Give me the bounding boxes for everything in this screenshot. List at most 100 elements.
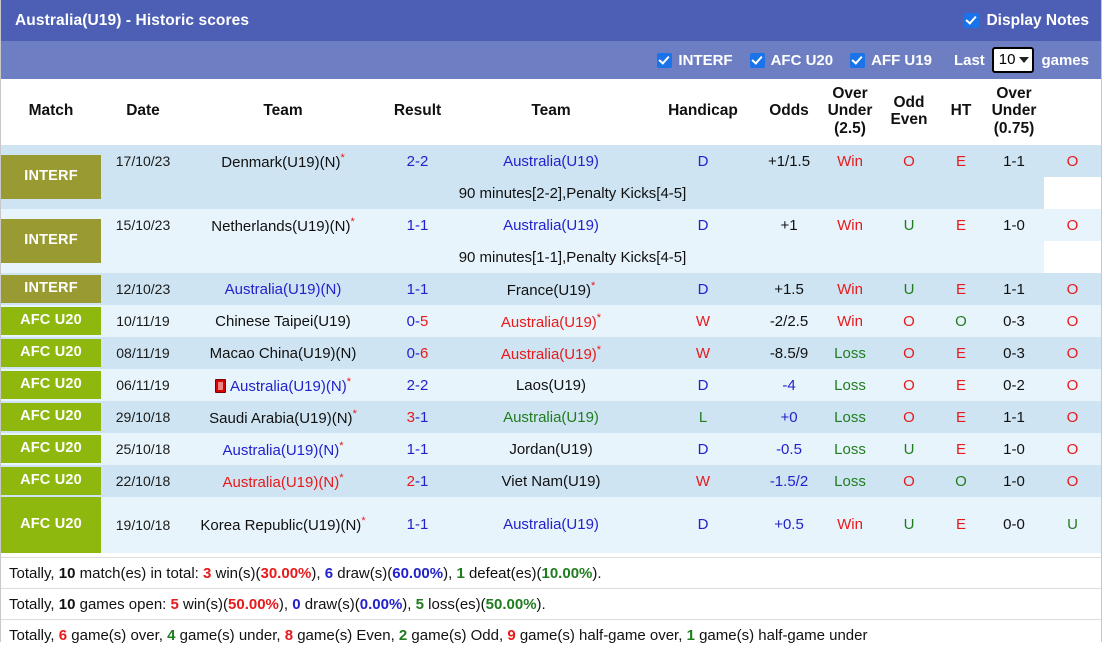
home-team[interactable]: Australia(U19)(N)* — [185, 433, 381, 466]
match-score[interactable]: 1-1 — [381, 497, 454, 553]
display-notes-toggle[interactable]: Display Notes — [964, 12, 1089, 30]
half-time-score: 0-3 — [984, 337, 1044, 370]
col-ht: HT — [938, 79, 984, 146]
home-team[interactable]: Macao China(U19)(N) — [185, 337, 381, 370]
score-away: 1 — [420, 408, 429, 426]
away-team[interactable]: Australia(U19) — [454, 401, 648, 434]
match-score[interactable]: 0-5 — [381, 305, 454, 338]
match-date: 17/10/23 — [101, 145, 185, 178]
match-score[interactable]: 1-1 — [381, 273, 454, 306]
away-team[interactable]: Laos(U19) — [454, 369, 648, 402]
home-team-label: Chinese Taipei(U19) — [215, 312, 351, 330]
away-team[interactable]: Australia(U19) — [454, 497, 648, 553]
col-ou25-line3: (2.5) — [834, 119, 866, 137]
home-team[interactable]: Chinese Taipei(U19) — [185, 305, 381, 338]
col-ou075-line2: Under — [991, 102, 1037, 120]
home-team[interactable]: Australia(U19)(N)* — [185, 369, 381, 402]
handicap-value: -8.5/9 — [758, 337, 820, 370]
last-games-select[interactable]: 10 — [991, 47, 1035, 73]
competition-cell[interactable]: INTERF — [1, 145, 101, 210]
summary-line-1: Totally, 10 match(es) in total: 3 win(s)… — [1, 556, 1101, 588]
competition-cell[interactable]: AFC U20 — [1, 369, 101, 402]
competition-cell[interactable]: AFC U20 — [1, 497, 101, 553]
table-row[interactable]: AFC U20 19/10/18 Korea Republic(U19)(N)* 1-… — [1, 497, 1101, 553]
away-team[interactable]: Australia(U19)* — [454, 305, 648, 338]
away-team[interactable]: Viet Nam(U19) — [454, 465, 648, 498]
away-team[interactable]: Australia(U19)* — [454, 337, 648, 370]
match-score[interactable]: 0-6 — [381, 337, 454, 370]
s1-p4: ), — [311, 564, 325, 582]
away-team[interactable]: Australia(U19) — [454, 145, 648, 178]
match-score[interactable]: 1-1 — [381, 433, 454, 466]
result-outcome: D — [648, 209, 758, 242]
filter-afc-u20[interactable]: AFC U20 — [749, 52, 833, 69]
competition-cell[interactable]: AFC U20 — [1, 337, 101, 370]
away-team[interactable]: Jordan(U19) — [454, 433, 648, 466]
competition-cell[interactable]: AFC U20 — [1, 465, 101, 498]
filter-aff-u19[interactable]: AFF U19 — [850, 52, 932, 69]
s3-odd: 2 — [398, 626, 408, 644]
col-ou075-line3: (0.75) — [993, 119, 1035, 137]
over-under-25-value: O — [880, 145, 938, 178]
table-row[interactable]: INTERF 12/10/23 Australia(U19)(N) 1-1 France… — [1, 273, 1101, 306]
match-score[interactable]: 3-1 — [381, 401, 454, 434]
match-score[interactable]: 1-1 — [381, 209, 454, 242]
odds-value: Loss — [820, 433, 880, 466]
filter-aff-u19-checkbox[interactable] — [850, 52, 866, 68]
over-under-075-value: O — [1044, 337, 1101, 370]
match-score[interactable]: 2-2 — [381, 369, 454, 402]
display-notes-checkbox[interactable] — [964, 13, 980, 28]
odd-even-value: E — [938, 401, 984, 434]
away-team[interactable]: France(U19)* — [454, 273, 648, 306]
competition-cell[interactable]: INTERF — [1, 273, 101, 306]
table-row[interactable]: INTERF 15/10/23 Netherlands(U19)(N)* 1-1 Aus… — [1, 209, 1101, 274]
competition-cell[interactable]: AFC U20 — [1, 433, 101, 466]
competition-badge: AFC U20 — [1, 467, 101, 495]
s1-p1: Totally, — [9, 564, 59, 582]
filter-afc-u20-checkbox[interactable] — [749, 52, 765, 68]
over-under-075-value: O — [1044, 401, 1101, 434]
table-row[interactable]: AFC U20 25/10/18 Australia(U19)(N)* 1-1 Jord… — [1, 433, 1101, 466]
score-away: 2 — [420, 376, 429, 394]
over-under-075-value: O — [1044, 465, 1101, 498]
games-label: games — [1041, 51, 1089, 69]
half-time-score: 1-0 — [984, 465, 1044, 498]
over-under-075-value: O — [1044, 433, 1101, 466]
s1-p3: win(s)( — [211, 564, 261, 582]
summary-line-3: Totally, 6 game(s) over, 4 game(s) under… — [1, 618, 1101, 650]
table-row[interactable]: AFC U20 22/10/18 Australia(U19)(N)* 2-1 Viet… — [1, 465, 1101, 498]
table-row[interactable]: AFC U20 29/10/18 Saudi Arabia(U19)(N)* 3-1 A… — [1, 401, 1101, 434]
filter-interf[interactable]: INTERF — [657, 52, 733, 69]
competition-cell[interactable]: AFC U20 — [1, 305, 101, 338]
away-team[interactable]: Australia(U19) — [454, 209, 648, 242]
handicap-value: +0.5 — [758, 497, 820, 553]
home-team[interactable]: Netherlands(U19)(N)* — [185, 209, 381, 242]
home-team[interactable]: Australia(U19)(N) — [185, 273, 381, 306]
score-home: 1 — [406, 280, 415, 298]
competition-cell[interactable]: INTERF — [1, 209, 101, 274]
table-row[interactable]: AFC U20 10/11/19 Chinese Taipei(U19) 0-5 Aus… — [1, 305, 1101, 338]
match-score[interactable]: 2-1 — [381, 465, 454, 498]
table-row[interactable]: AFC U20 08/11/19 Macao China(U19)(N) 0-6 Aus… — [1, 337, 1101, 370]
home-team[interactable]: Denmark(U19)(N)* — [185, 145, 381, 178]
away-team-label: Australia(U19) — [503, 216, 599, 234]
table-row[interactable]: AFC U20 06/11/19 Australia(U19)(N)* 2-2 Laos… — [1, 369, 1101, 402]
s1-p7: defeat(es)( — [464, 564, 542, 582]
home-team[interactable]: Korea Republic(U19)(N)* — [185, 497, 381, 553]
over-under-075-value: O — [1044, 209, 1101, 242]
handicap-value: -0.5 — [758, 433, 820, 466]
filter-interf-checkbox[interactable] — [657, 52, 673, 68]
away-team-label: Jordan(U19) — [509, 440, 593, 458]
s3-p3: game(s) under, — [175, 626, 285, 644]
home-team-label: Netherlands(U19)(N) — [211, 217, 351, 235]
home-team[interactable]: Australia(U19)(N)* — [185, 465, 381, 498]
odd-even-value: E — [938, 209, 984, 242]
over-under-25-value: O — [880, 401, 938, 434]
competition-cell[interactable]: AFC U20 — [1, 401, 101, 434]
half-time-score: 1-1 — [984, 401, 1044, 434]
s2-p4: ), — [278, 595, 293, 613]
odd-even-value: O — [938, 305, 984, 338]
home-team[interactable]: Saudi Arabia(U19)(N)* — [185, 401, 381, 434]
match-score[interactable]: 2-2 — [381, 145, 454, 178]
table-row[interactable]: INTERF 17/10/23 Denmark(U19)(N)* 2-2 Austral… — [1, 145, 1101, 210]
